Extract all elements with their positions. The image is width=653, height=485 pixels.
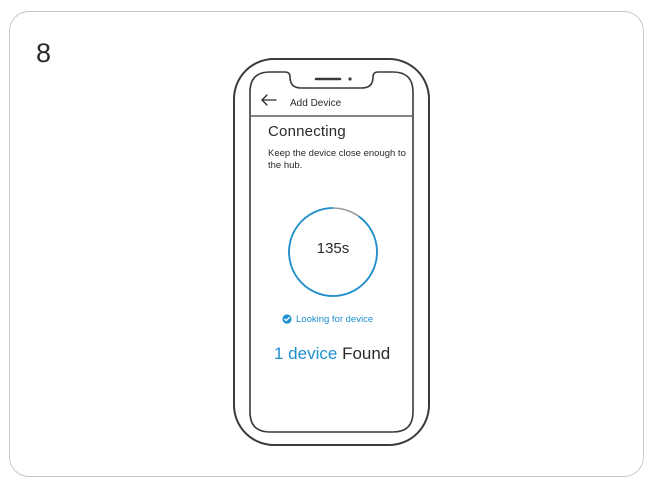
- check-circle-icon: [282, 314, 292, 324]
- instruction-text: Keep the device close enough to the hub.: [268, 148, 406, 171]
- status-line: Looking for device: [282, 312, 373, 326]
- back-arrow-icon[interactable]: [260, 91, 278, 109]
- timer-countdown: 135s: [316, 240, 350, 257]
- front-camera: [348, 77, 352, 81]
- found-count: 1 device: [274, 344, 338, 363]
- found-label: Found: [342, 344, 391, 363]
- page-heading: Connecting: [268, 123, 346, 140]
- header-title: Add Device: [290, 98, 342, 109]
- devices-found: 1 device Found: [274, 344, 390, 364]
- status-text: Looking for device: [296, 313, 374, 325]
